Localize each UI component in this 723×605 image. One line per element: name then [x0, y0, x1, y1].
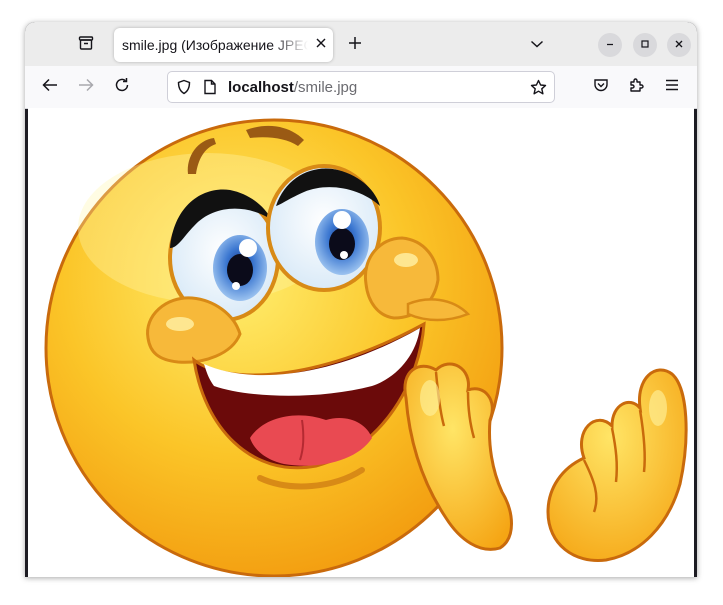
list-all-tabs-chevron-icon	[530, 36, 544, 54]
back-arrow-icon	[42, 78, 58, 97]
menu-hamburger-icon	[665, 78, 679, 96]
tab-overview-icon	[78, 35, 94, 56]
minimize-icon	[605, 36, 615, 54]
maximize-icon	[640, 36, 650, 54]
tab-bar: smile.jpg (Изображение JPEG, 1000 × 1000…	[25, 22, 697, 66]
bookmark-star-icon[interactable]	[530, 79, 547, 101]
smiley-emoji-image	[44, 118, 688, 577]
forward-button[interactable]	[72, 73, 100, 101]
tab-title: smile.jpg (Изображение JPEG, 1000 × 1000…	[122, 37, 308, 53]
url-host: localhost	[228, 79, 294, 96]
close-window-icon	[674, 36, 684, 54]
navigation-toolbar: localhost/smile.jpg	[25, 66, 697, 109]
pocket-icon	[593, 77, 609, 98]
close-tab-icon	[315, 36, 327, 54]
extensions-button[interactable]	[622, 73, 650, 101]
page-icon[interactable]	[203, 79, 217, 100]
close-window-button[interactable]	[667, 33, 691, 57]
back-button[interactable]	[36, 73, 64, 101]
close-tab-button[interactable]	[309, 33, 333, 57]
new-tab-button[interactable]	[341, 31, 369, 59]
reload-icon	[114, 77, 130, 98]
url-path: /smile.jpg	[293, 79, 358, 96]
pocket-button[interactable]	[587, 73, 615, 101]
tab-active[interactable]: smile.jpg (Изображение JPEG, 1000 × 1000…	[114, 28, 333, 62]
url-bar[interactable]: localhost/smile.jpg	[167, 71, 555, 103]
image-viewer	[28, 108, 694, 577]
new-tab-plus-icon	[348, 36, 362, 55]
extensions-icon	[628, 77, 644, 98]
tab-overview-button[interactable]	[72, 31, 100, 59]
browser-window: smile.jpg (Изображение JPEG, 1000 × 1000…	[25, 22, 697, 577]
minimize-button[interactable]	[598, 33, 622, 57]
menu-button[interactable]	[658, 73, 686, 101]
list-all-tabs-button[interactable]	[523, 31, 551, 59]
shield-icon[interactable]	[176, 79, 192, 100]
reload-button[interactable]	[108, 73, 136, 101]
maximize-button[interactable]	[633, 33, 657, 57]
url-text: localhost/smile.jpg	[228, 79, 357, 96]
forward-arrow-icon	[78, 78, 94, 97]
